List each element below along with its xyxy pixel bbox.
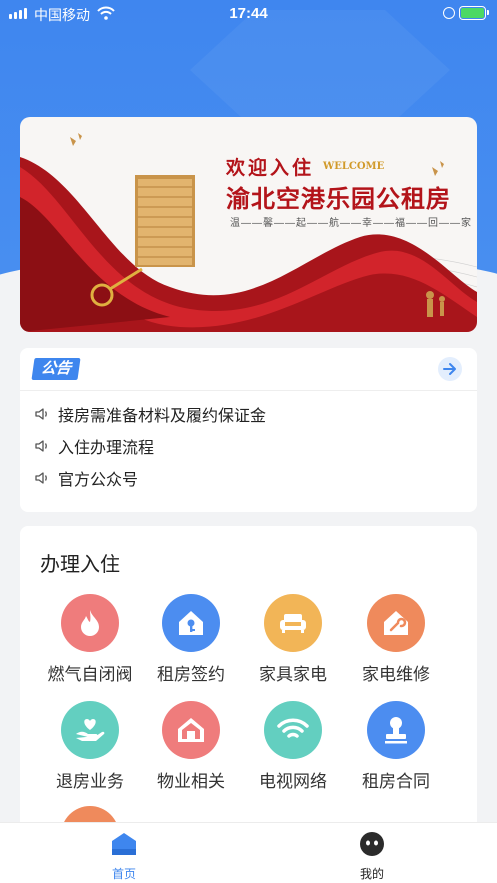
- service-label: 租房合同: [362, 772, 430, 791]
- decorative-hexagon: [190, 10, 450, 130]
- home-icon: [112, 833, 136, 855]
- hand-heart-icon: [61, 701, 119, 759]
- banner-title-estate: 渝北空港乐园公租房: [226, 184, 451, 213]
- notice-tag: 公告: [31, 358, 81, 380]
- tab-home[interactable]: 首页: [84, 831, 164, 882]
- welcome-banner[interactable]: 欢迎入住 WELCOME 渝北空港乐园公租房 温——馨——起——航——幸——福—…: [20, 117, 477, 332]
- speaker-icon: [35, 408, 47, 420]
- profile-icon: [360, 832, 384, 856]
- services-heading: 办理入住: [40, 554, 120, 576]
- service-label: 租房签约: [157, 665, 225, 684]
- service-label: 物业相关: [157, 772, 225, 791]
- service-label: 退房业务: [56, 772, 124, 791]
- notice-item[interactable]: 接房需准备材料及履约保证金: [34, 402, 266, 426]
- service-checkout[interactable]: 退房业务: [40, 701, 140, 792]
- service-rental-contract[interactable]: 租房合同: [346, 701, 446, 792]
- battery-icon: [459, 6, 489, 20]
- service-tv-network[interactable]: 电视网络: [243, 701, 343, 792]
- service-rental-signing[interactable]: 租房签约: [141, 594, 241, 685]
- stamp-icon: [367, 701, 425, 759]
- notice-item-text: 入住办理流程: [58, 440, 155, 457]
- service-label: 燃气自闭阀: [47, 665, 133, 684]
- arrow-right-icon: [443, 363, 456, 375]
- flame-icon: [61, 594, 119, 652]
- tab-mine[interactable]: 我的: [332, 831, 412, 882]
- building-icon: [162, 701, 220, 759]
- wifi-icon: [264, 701, 322, 759]
- service-appliance-repair[interactable]: 家电维修: [346, 594, 446, 685]
- banner-slogan: 温——馨——起——航——幸——福——回——家: [230, 218, 472, 229]
- notice-more-button[interactable]: [438, 357, 462, 381]
- service-label: 家具家电: [259, 665, 327, 684]
- service-label: 家电维修: [362, 665, 430, 684]
- banner-title-welcome: 欢迎入住: [226, 157, 315, 179]
- service-property[interactable]: 物业相关: [141, 701, 241, 792]
- house-key-icon: [162, 594, 220, 652]
- service-gas-valve[interactable]: 燃气自闭阀: [40, 594, 140, 685]
- service-label: 电视网络: [259, 772, 327, 791]
- clock: 17:44: [229, 5, 268, 22]
- notice-item[interactable]: 官方公众号: [34, 466, 138, 490]
- tab-mine-label: 我的: [359, 867, 384, 881]
- checkin-services-card: 办理入住 燃气自闭阀 租房签约 家具家电 家电维修 退房业务 物业相关 电视网络…: [20, 526, 477, 836]
- notice-card: 公告 接房需准备材料及履约保证金 入住办理流程 官方公众号: [20, 348, 477, 512]
- orientation-lock-icon: [443, 7, 455, 19]
- notice-divider: [20, 390, 477, 391]
- house-wrench-icon: [367, 594, 425, 652]
- status-bar: 中国移动 17:44: [0, 0, 497, 28]
- notice-item-text: 接房需准备材料及履约保证金: [58, 408, 267, 425]
- notice-item-text: 官方公众号: [58, 472, 139, 489]
- tab-bar: 首页 我的: [0, 822, 497, 883]
- service-furniture-appliances[interactable]: 家具家电: [243, 594, 343, 685]
- tab-home-label: 首页: [111, 867, 136, 881]
- speaker-icon: [35, 472, 47, 484]
- speaker-icon: [35, 440, 47, 452]
- banner-welcome-en: WELCOME: [323, 161, 385, 172]
- sofa-icon: [264, 594, 322, 652]
- notice-item[interactable]: 入住办理流程: [34, 434, 154, 458]
